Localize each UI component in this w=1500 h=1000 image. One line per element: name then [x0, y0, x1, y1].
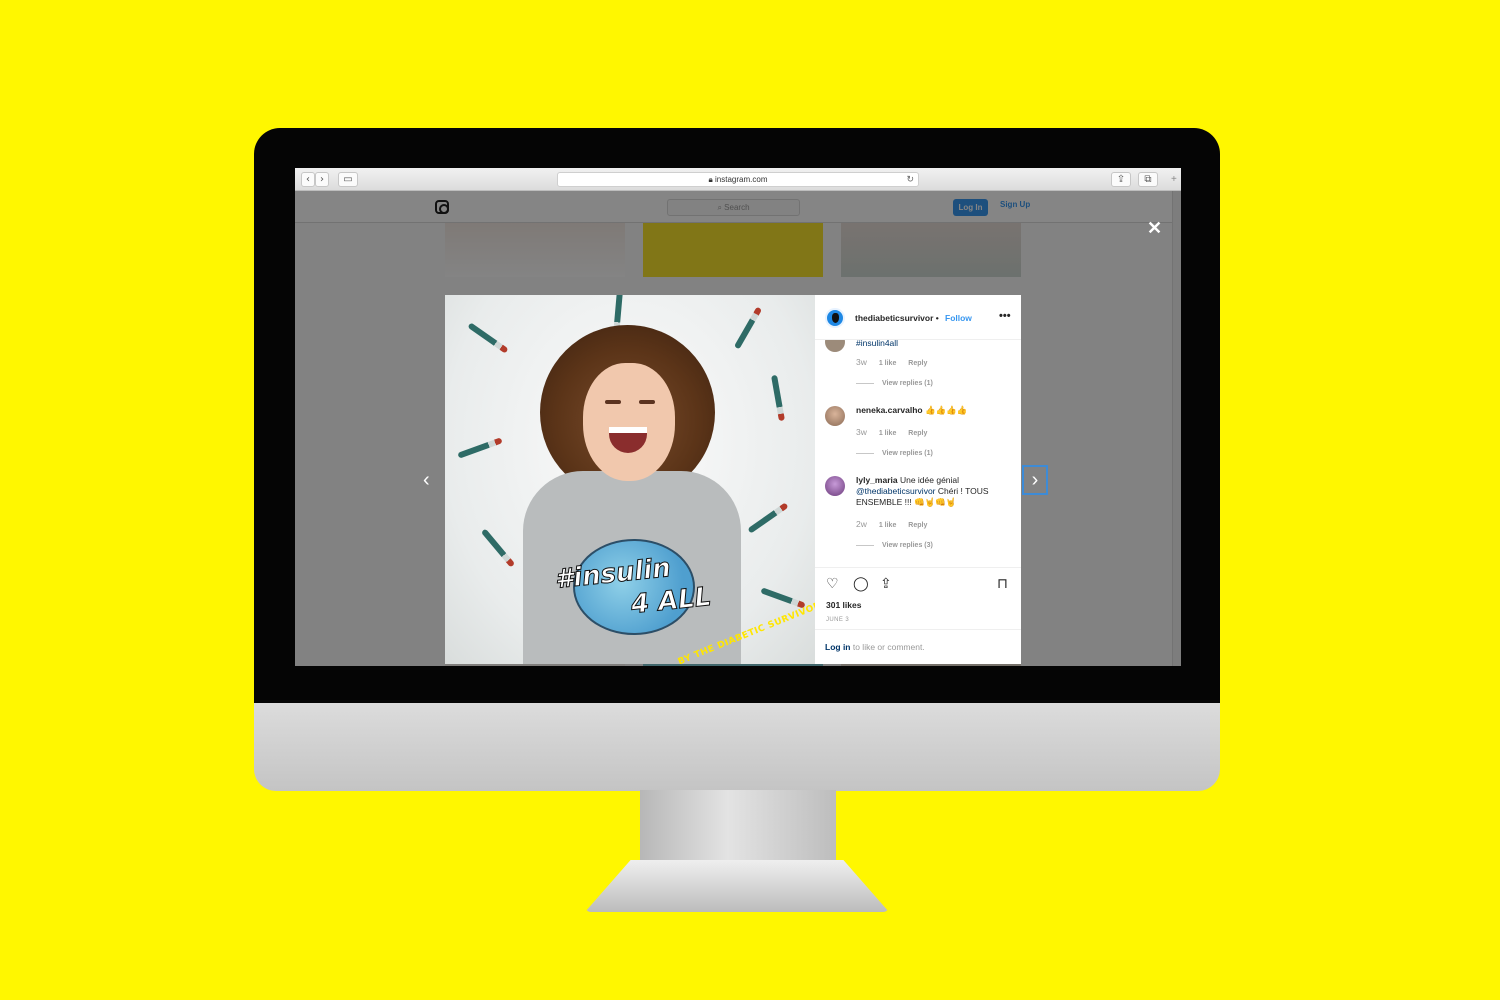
comment-meta: 2w 1 like Reply [856, 519, 927, 529]
post-modal: #insulin 4 ALL BY THE DIABETIC SURVIVOR … [445, 295, 1021, 664]
back-button[interactable]: ‹ [301, 172, 315, 187]
comment-likes[interactable]: 1 like [879, 360, 897, 367]
separator-dot: • [935, 313, 939, 323]
post-header: thediabeticsurvivor • Follow ••• [815, 295, 1021, 340]
face [583, 363, 675, 481]
lock-icon: 🔒︎ [708, 175, 713, 184]
eye [639, 400, 655, 404]
insulin-pen [733, 306, 763, 350]
comment-time: 2w [856, 519, 867, 529]
close-icon[interactable]: ✕ [1147, 219, 1162, 237]
insulin-pen [467, 322, 509, 354]
comment-likes[interactable]: 1 like [879, 430, 897, 437]
imac-chin [254, 703, 1220, 791]
eye [605, 400, 621, 404]
reload-icon[interactable]: ↻ [906, 173, 914, 186]
mention-link[interactable]: @thediabeticsurvivor [856, 486, 936, 496]
login-prompt-text: to like or comment. [850, 642, 925, 652]
previous-post-icon[interactable]: ‹ [423, 470, 430, 490]
tabs-button[interactable]: ⧉ [1138, 172, 1158, 187]
comment-username[interactable]: lyly_maria [856, 475, 898, 485]
new-tab-button[interactable]: + [1171, 174, 1181, 191]
share-icon[interactable]: ⇪ [880, 576, 892, 590]
comment-username[interactable]: neneka.carvalho [856, 405, 923, 415]
screen: ‹ › ▭ 🔒︎ instagram.com ↻ ⇪ ⧉ + ⌕ Search … [295, 168, 1181, 666]
likes-count[interactable]: 301 likes [826, 600, 861, 610]
reply-button[interactable]: Reply [908, 430, 927, 437]
comments-list[interactable]: #insulin4all 3w 1 like Reply View replie… [815, 340, 1021, 567]
comment-text: lyly_maria Une idée génial @thediabetics… [856, 475, 1016, 508]
commenter-avatar[interactable] [825, 476, 845, 496]
heart-icon[interactable]: ♡ [826, 576, 839, 590]
author-username-text[interactable]: thediabeticsurvivor [855, 313, 933, 323]
comment-text: neneka.carvalho 👍👍👍👍 [856, 405, 1016, 416]
comment-body: 👍👍👍👍 [925, 405, 968, 415]
reply-button[interactable]: Reply [908, 522, 927, 529]
comment-time: 3w [856, 427, 867, 437]
url-text: instagram.com [715, 175, 768, 184]
address-bar[interactable]: 🔒︎ instagram.com ↻ [557, 172, 919, 187]
forward-button[interactable]: › [315, 172, 329, 187]
commenter-avatar[interactable] [825, 406, 845, 426]
comment-meta: 3w 1 like Reply [856, 357, 927, 367]
post-actions: ♡ ◯ ⇪ ⊓ 301 likes JUNE 3 [815, 567, 1021, 629]
comment-body: Une idée génial [899, 475, 960, 485]
imac-foot [585, 860, 889, 912]
insulin-pen [747, 502, 789, 534]
comment-text: #insulin4all [856, 340, 1016, 349]
post-date: JUNE 3 [826, 617, 850, 623]
comment-time: 3w [856, 357, 867, 367]
login-link[interactable]: Log in [825, 642, 851, 652]
modal-overlay: ✕ ‹ › #insulin 4 ALL BY THE DIABETIC SUR… [295, 191, 1181, 666]
bookmark-icon[interactable]: ⊓ [997, 576, 1008, 590]
share-button[interactable]: ⇪ [1111, 172, 1131, 187]
hashtag-link[interactable]: #insulin4all [856, 340, 898, 348]
comment-likes[interactable]: 1 like [879, 522, 897, 529]
insulin-pen [771, 374, 785, 422]
sidebar-toggle-button[interactable]: ▭ [338, 172, 358, 187]
post-sidebar: thediabeticsurvivor • Follow ••• #insuli… [815, 295, 1021, 664]
view-replies-button[interactable]: View replies (1) [856, 450, 933, 457]
author-avatar[interactable] [825, 308, 845, 328]
insulin-pen [457, 437, 503, 459]
view-replies-button[interactable]: View replies (3) [856, 542, 933, 549]
commenter-avatar[interactable] [825, 340, 845, 352]
follow-button[interactable]: Follow [945, 313, 972, 323]
browser-toolbar: ‹ › ▭ 🔒︎ instagram.com ↻ ⇪ ⧉ + [295, 168, 1181, 191]
post-image[interactable]: #insulin 4 ALL BY THE DIABETIC SURVIVOR [445, 295, 815, 664]
comment-icon[interactable]: ◯ [853, 576, 869, 590]
login-prompt: Log in to like or comment. [815, 629, 1021, 664]
reply-button[interactable]: Reply [908, 360, 927, 367]
more-options-icon[interactable]: ••• [999, 310, 1011, 322]
insulin-pen [480, 528, 516, 568]
comment-meta: 3w 1 like Reply [856, 427, 927, 437]
next-post-icon[interactable]: › [1022, 465, 1048, 495]
view-replies-button[interactable]: View replies (1) [856, 380, 933, 387]
insulin-pen [760, 587, 806, 609]
author-username[interactable]: thediabeticsurvivor • [855, 313, 939, 323]
